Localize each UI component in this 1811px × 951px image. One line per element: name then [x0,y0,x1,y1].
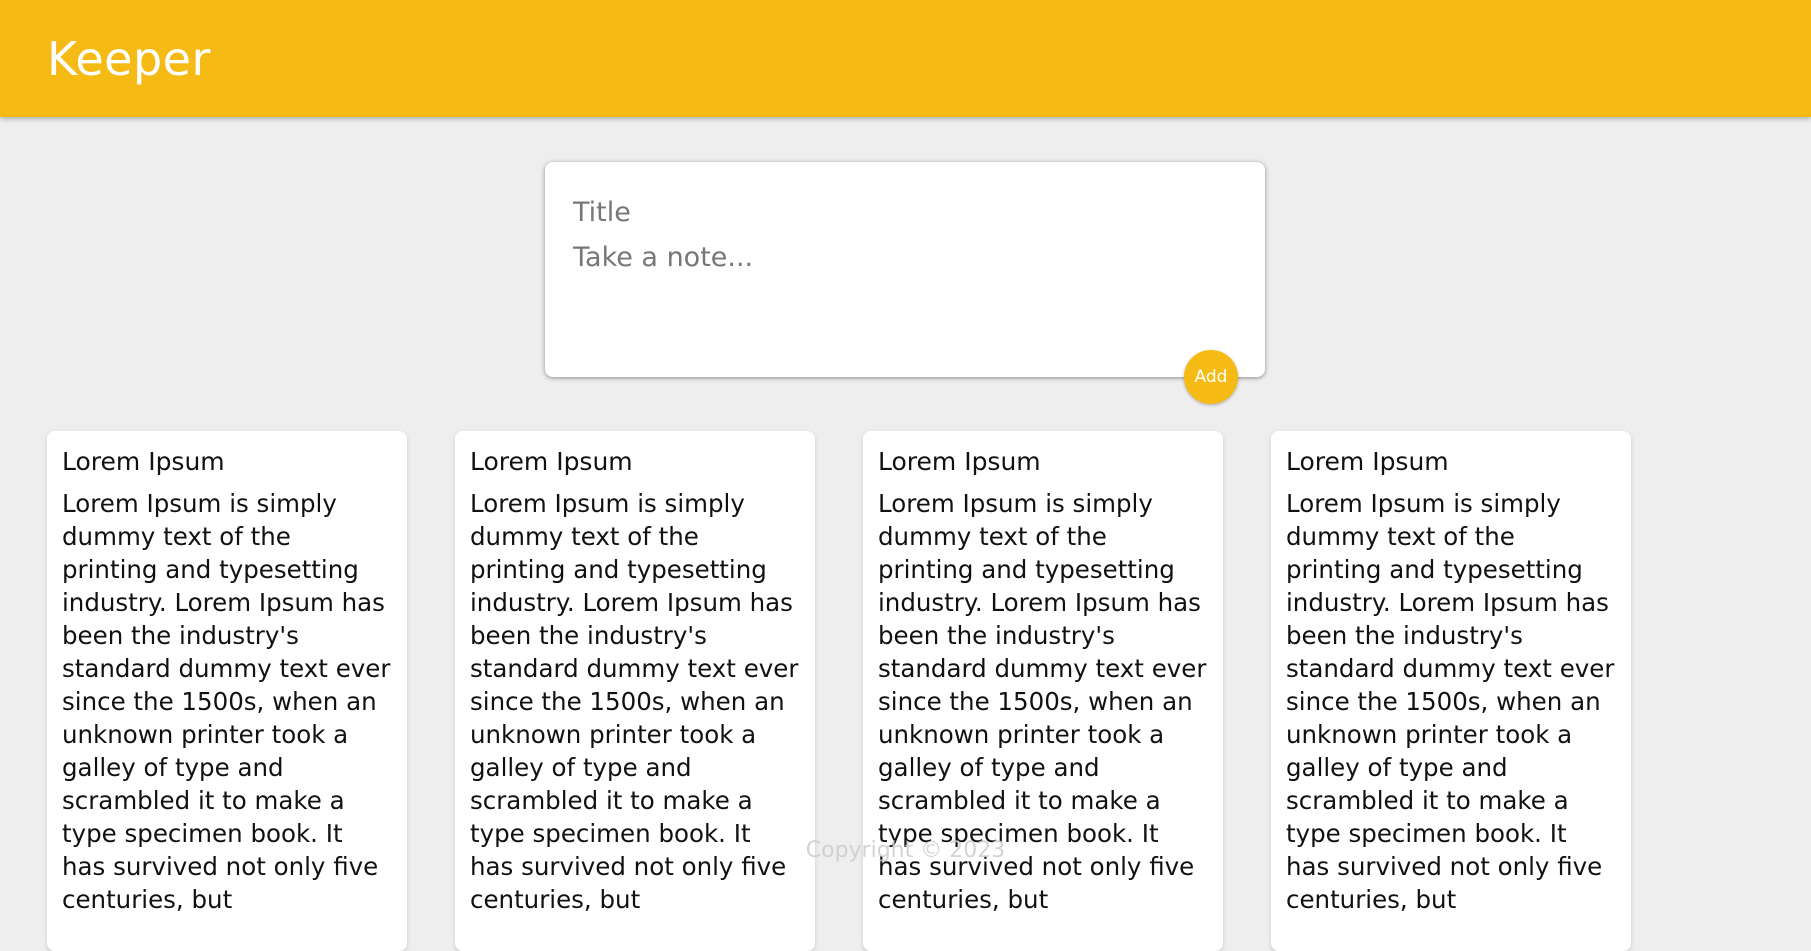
note-card: Lorem Ipsum Lorem Ipsum is simply dummy … [47,431,407,951]
notes-list: Lorem Ipsum Lorem Ipsum is simply dummy … [0,431,1811,951]
note-content: Lorem Ipsum is simply dummy text of the … [878,489,1207,914]
note-title: Lorem Ipsum [878,447,1041,476]
app-header: Keeper [0,0,1811,117]
app-logo: Keeper [47,32,211,86]
note-content: Lorem Ipsum is simply dummy text of the … [62,489,391,914]
note-content: Lorem Ipsum is simply dummy text of the … [470,489,799,914]
note-title-input[interactable] [573,192,1233,232]
note-title: Lorem Ipsum [470,447,633,476]
note-card: Lorem Ipsum Lorem Ipsum is simply dummy … [1271,431,1631,951]
create-note-form [545,162,1265,377]
note-title: Lorem Ipsum [62,447,225,476]
note-title: Lorem Ipsum [1286,447,1449,476]
add-note-button[interactable]: Add [1184,350,1238,404]
note-card: Lorem Ipsum Lorem Ipsum is simply dummy … [455,431,815,951]
note-content-textarea[interactable] [573,238,1233,348]
note-card: Lorem Ipsum Lorem Ipsum is simply dummy … [863,431,1223,951]
note-content: Lorem Ipsum is simply dummy text of the … [1286,489,1615,914]
